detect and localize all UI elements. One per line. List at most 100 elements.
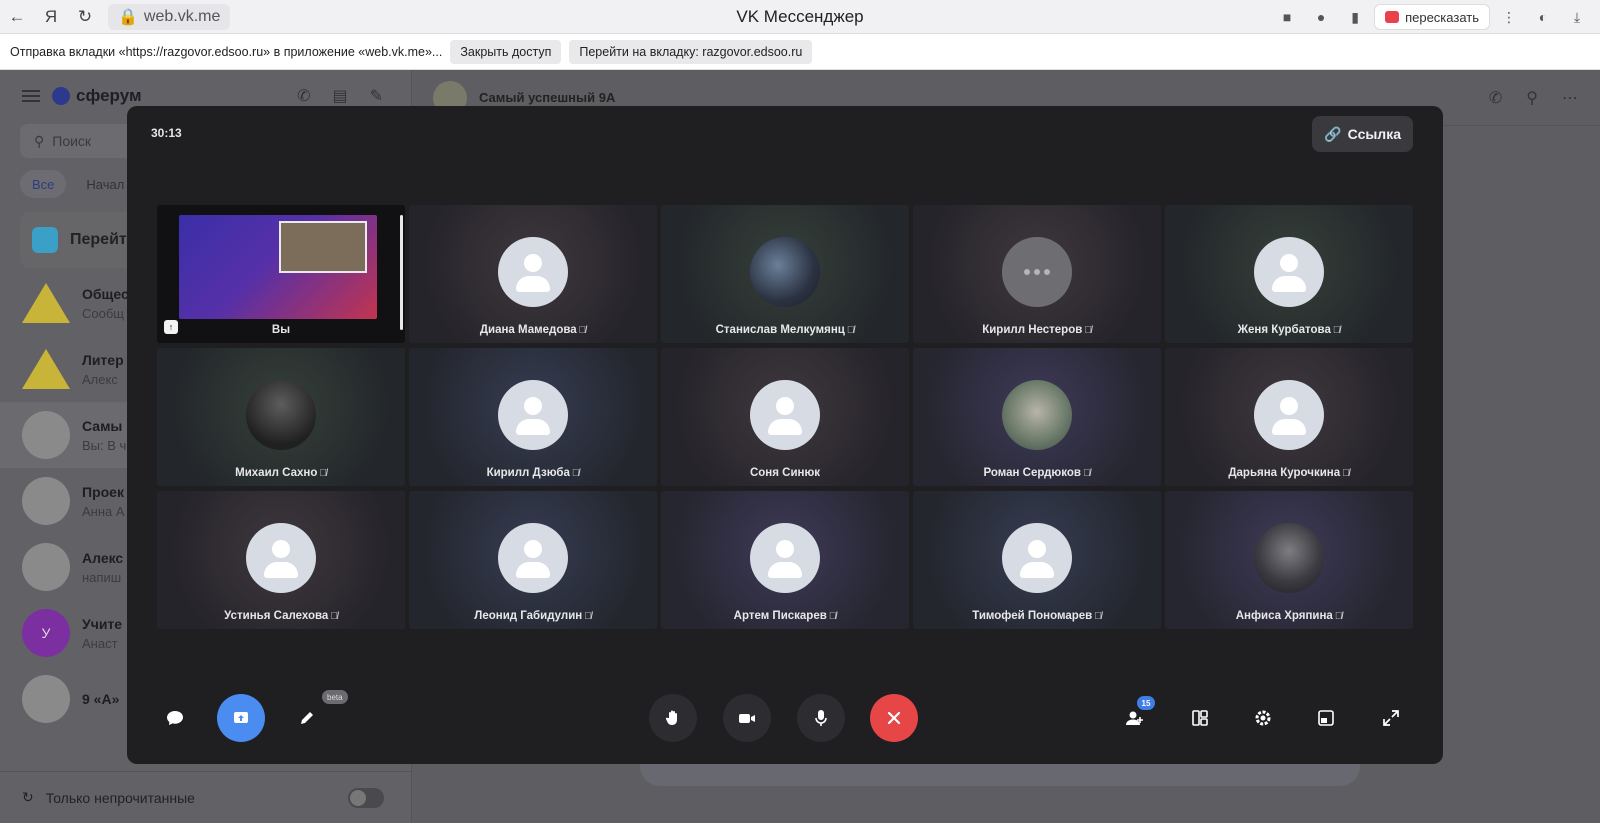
goto-label: Перейт [70,231,127,248]
mic-off-icon: 🎙̸ [319,468,327,479]
mic-off-icon: 🎙̸ [1082,468,1091,479]
camera-indicator-icon[interactable]: ■ [1272,2,1302,32]
pencil-icon [301,712,313,724]
new-call-icon[interactable]: ✆ [297,86,310,106]
participant-name: Станислав Мелкумянц 🎙̸ [661,324,909,336]
mic-off-icon: 🎙̸ [1094,611,1102,622]
participant-avatar [1254,523,1324,593]
fullscreen-button[interactable] [1367,694,1415,742]
minimize-window-button[interactable] [1302,694,1350,742]
participant-name-text: Вы [271,324,291,336]
screen-share-button[interactable] [217,694,265,742]
participant-name-text: Роман Сердюков [983,467,1081,479]
expand-icon [1383,710,1399,726]
unread-icon: ↻ [22,789,34,805]
chat-name: Алекс [82,549,124,566]
mic-off-icon: 🎙̸ [330,611,338,622]
participant-tile[interactable]: Артем Пискарев 🎙̸ [661,491,909,629]
participant-name-text: Михаил Сахно [235,467,318,479]
raise-hand-button[interactable] [649,694,697,742]
participant-tile[interactable]: Женя Курбатова 🎙̸ [1165,205,1413,343]
retell-button[interactable]: пересказать [1374,4,1490,30]
participant-name-text: Кирилл Дзюба [486,467,570,479]
participant-tile[interactable]: Соня Синюк [661,348,909,486]
participant-tile[interactable]: Дарьяна Курочкина 🎙̸ [1165,348,1413,486]
participant-tile[interactable]: Диана Мамедова 🎙̸ [409,205,657,343]
layout-button[interactable] [1176,694,1224,742]
mic-off-icon: 🎙̸ [1332,325,1341,336]
presenter-video [279,221,367,273]
archive-icon[interactable]: ▤ [332,86,347,106]
participant-name: Михаил Сахно 🎙̸ [157,467,405,479]
chat-preview: Анаст [82,635,118,651]
camera-button[interactable] [723,694,771,742]
unread-only-toggle[interactable] [348,788,384,808]
participant-avatar [1002,380,1072,450]
search-icon[interactable]: ⚲ [1526,88,1538,108]
mic-off-icon: 🎙̸ [584,611,592,622]
chat-avatar [22,411,70,459]
mic-off-icon: 🎙̸ [578,325,587,336]
chat-header-title: Самый успешный 9А [479,90,616,105]
participant-tile[interactable]: Кирилл Дзюба 🎙̸ [409,348,657,486]
chat-name: Проек [82,483,124,500]
participant-name-text: Соня Синюк [749,467,821,479]
tile-scrollbar[interactable] [400,215,403,330]
address-bar[interactable]: 🔒 web.vk.me [108,3,231,30]
participant-tile[interactable]: Устинья Салехова 🎙̸ [157,491,405,629]
link-icon: 🔗 [1324,125,1342,142]
chat-avatar [22,543,70,591]
loading-avatar-icon [1002,237,1072,307]
participant-tile[interactable]: Роман Сердюков 🎙̸ [913,348,1161,486]
participant-tile[interactable]: Леонид Габидулин 🎙̸ [409,491,657,629]
participant-tile[interactable]: Тимофей Пономарев 🎙̸ [913,491,1161,629]
chat-preview: напиш [82,569,122,585]
participant-name-text: Устинья Салехова [224,610,329,622]
default-avatar-icon [498,380,568,450]
filter-all[interactable]: Все [20,170,67,198]
mic-indicator-icon[interactable]: ● [1306,2,1336,32]
menu-icon[interactable] [22,90,40,102]
extensions-icon[interactable]: ◐ [1528,2,1558,32]
participant-name-text: Дарьяна Курочкина [1228,467,1341,479]
close-icon [887,711,901,725]
chat-name: Литер [82,351,124,368]
url-text: web.vk.me [143,7,221,25]
call-timer: 30:13 [151,126,182,140]
chat-avatar [22,349,70,389]
chat-button[interactable] [151,694,199,742]
participant-name: Кирилл Дзюба 🎙̸ [409,467,657,479]
picture-in-picture-icon [1318,710,1334,726]
go-to-tab-button[interactable]: Перейти на вкладку: razgovor.edsoo.ru [569,39,813,64]
back-icon[interactable]: ← [0,0,34,34]
chat-name: Самы [82,417,123,434]
shared-screen-preview [179,215,377,319]
participant-tile[interactable]: Анфиса Хряпина 🎙̸ [1165,491,1413,629]
default-avatar-icon [1254,380,1324,450]
close-access-button[interactable]: Закрыть доступ [450,39,562,64]
more-menu-icon[interactable]: ⋮ [1494,2,1524,32]
settings-button[interactable] [1239,694,1287,742]
download-icon[interactable]: ⤓ [1562,2,1592,32]
sferum-logo-icon [52,87,70,105]
participant-name: Устинья Салехова 🎙̸ [157,610,405,622]
microphone-button[interactable] [797,694,845,742]
reload-icon[interactable]: ↻ [68,0,102,34]
end-call-button[interactable] [870,694,918,742]
more-icon[interactable]: ⋯ [1562,88,1578,108]
participant-tile[interactable]: Кирилл Нестеров 🎙̸ [913,205,1161,343]
compose-icon[interactable]: ✎ [370,86,383,106]
chat-avatar: У [22,609,70,657]
participant-tile[interactable]: Михаил Сахно 🎙̸ [157,348,405,486]
bookmark-icon[interactable]: ▮ [1340,2,1370,32]
copy-link-button[interactable]: 🔗 Ссылка [1312,116,1413,152]
yandex-logo-icon[interactable]: Я [34,0,68,34]
screen-share-icon [234,712,248,723]
participant-tile[interactable]: Станислав Мелкумянц 🎙̸ [661,205,909,343]
default-avatar-icon [750,523,820,593]
mic-off-icon: 🎙̸ [1334,611,1343,622]
chat-name: Общес [82,285,129,302]
retell-icon [1385,11,1400,23]
participant-tile[interactable]: ↑ Вы [157,205,405,343]
call-icon[interactable]: ✆ [1489,88,1502,108]
